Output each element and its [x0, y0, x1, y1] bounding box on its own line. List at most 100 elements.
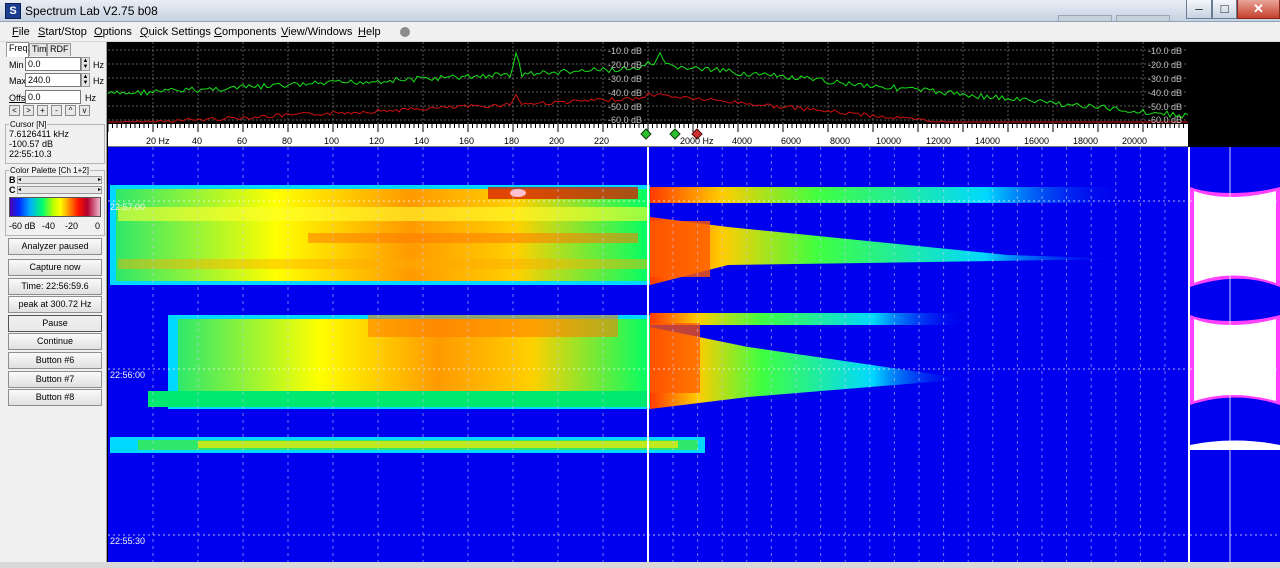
- palette-label-20: -20: [65, 221, 79, 231]
- spectrum-app-icon[interactable]: S: [5, 3, 21, 19]
- max-freq-input[interactable]: 240.0: [25, 73, 81, 87]
- scroll-up-button[interactable]: ^: [65, 105, 76, 116]
- menu-components[interactable]: Components: [214, 26, 276, 38]
- zoom-in-button[interactable]: +: [37, 105, 48, 116]
- db-label-right: -60.0 dB: [1148, 115, 1183, 124]
- maximize-button[interactable]: □: [1212, 0, 1237, 19]
- max-spinner[interactable]: ▲ ▼: [81, 73, 90, 87]
- freq-tick-label: 8000: [830, 136, 851, 146]
- freq-tick-label: 200: [549, 136, 565, 146]
- minimize-button[interactable]: –: [1186, 0, 1212, 19]
- color-palette-bar[interactable]: [9, 197, 101, 217]
- scroll-left-button[interactable]: <: [9, 105, 20, 116]
- menu-start-stop[interactable]: Start/Stop: [38, 26, 87, 38]
- min-spinner[interactable]: ▲ ▼: [81, 57, 90, 71]
- palette-label-0: 0: [95, 221, 101, 231]
- time-label: 22:55:30: [110, 536, 146, 546]
- freq-tick-label: 18000: [1073, 136, 1099, 146]
- db-label-mid: -40.0 dB: [608, 88, 643, 98]
- tab-time[interactable]: Time: [29, 43, 52, 56]
- db-label-right: -10.0 dB: [1148, 46, 1183, 56]
- button-6[interactable]: Button #6: [8, 352, 102, 369]
- tab-freq1[interactable]: Freq1: [6, 42, 33, 57]
- side-plot-canvas: [1190, 147, 1280, 562]
- menu-view-windows[interactable]: View/Windows: [281, 26, 352, 38]
- db-label-mid: -10.0 dB: [608, 46, 643, 56]
- menu-quick-settings[interactable]: Quick Settings: [140, 26, 211, 38]
- freq-tick-label: 80: [282, 136, 293, 146]
- max-label: Max: [9, 76, 27, 86]
- time-label: 22:56:00: [110, 370, 146, 380]
- freq-tick-label: 100: [324, 136, 340, 146]
- scroll-right-button[interactable]: >: [23, 105, 34, 116]
- min-freq-input[interactable]: 0.0: [25, 57, 81, 71]
- menu-options[interactable]: Options: [94, 26, 132, 38]
- freq-tick-label: 160: [459, 136, 475, 146]
- db-label-right: -40.0 dB: [1148, 88, 1183, 98]
- db-label-mid: -30.0 dB: [608, 74, 643, 84]
- db-label-mid: -60.0 dB: [608, 115, 643, 124]
- button-7[interactable]: Button #7: [8, 371, 102, 388]
- offset-input[interactable]: 0.0: [25, 90, 81, 104]
- offs-unit: Hz: [85, 93, 96, 103]
- continue-button[interactable]: Continue: [8, 333, 102, 350]
- scroll-down-button[interactable]: v: [79, 105, 90, 116]
- freq-tick-label: 120: [369, 136, 385, 146]
- amplitude-side-plot[interactable]: [1188, 147, 1280, 562]
- freq-tick-label: 14000: [975, 136, 1001, 146]
- db-label-right: -20.0 dB: [1148, 60, 1183, 70]
- freq-tick-label: 40: [192, 136, 203, 146]
- spectrum-display[interactable]: -10.0 dB -20.0 dB -30.0 dB -40.0 dB -50.…: [108, 42, 1280, 124]
- freq-tick-label: 4000: [732, 136, 753, 146]
- peak-button[interactable]: peak at 300.72 Hz: [8, 296, 102, 313]
- db-label-right: -30.0 dB: [1148, 74, 1183, 84]
- menu-help[interactable]: Help: [358, 26, 381, 38]
- freq-tick-label: 10000: [876, 136, 902, 146]
- waterfall-spectrogram[interactable]: 22:57:00 22:56:00 22:55:30: [108, 147, 1188, 562]
- freq-tick-label: 12000: [926, 136, 952, 146]
- brightness-slider[interactable]: ◂ ▸: [17, 176, 102, 184]
- cursor-frequency: 7.6126411 kHz: [9, 129, 69, 139]
- signal-block-3: [110, 437, 705, 453]
- analyzer-paused-button[interactable]: Analyzer paused: [8, 238, 102, 255]
- button-8[interactable]: Button #8: [8, 389, 102, 406]
- spectrum-grid: [108, 42, 1189, 124]
- contrast-label: C: [9, 185, 16, 195]
- close-button[interactable]: ✕: [1237, 0, 1280, 19]
- freq-tick-label: 220: [594, 136, 610, 146]
- zoom-out-button[interactable]: -: [51, 105, 62, 116]
- db-label-right: -50.0 dB: [1148, 102, 1183, 112]
- db-label-mid: -50.0 dB: [608, 102, 643, 112]
- freq-tick-label: 20 Hz: [146, 136, 170, 146]
- menu-bar: File Start/Stop Options Quick Settings C…: [0, 22, 1280, 42]
- cursor-group-title: Cursor [N]: [9, 120, 48, 129]
- offs-label: Offs: [9, 93, 26, 103]
- frequency-axis[interactable]: 20 Hz 40 60 80 100 120 140 160 180 200 2…: [108, 124, 1188, 147]
- capture-now-button[interactable]: Capture now: [8, 259, 102, 276]
- time-label: 22:57:00: [110, 202, 146, 212]
- background-window-tab: [1058, 15, 1112, 21]
- cursor-time: 22:55:10.3: [9, 149, 52, 159]
- window-title: Spectrum Lab V2.75 b08: [25, 4, 158, 18]
- status-dot-icon: [400, 27, 410, 37]
- contrast-slider[interactable]: ◂ ▸: [17, 186, 102, 194]
- tab-rdf[interactable]: RDF: [47, 43, 71, 56]
- freq-tick-label: 16000: [1024, 136, 1050, 146]
- palette-label-40: -40: [42, 221, 56, 231]
- background-window-tab: [1116, 15, 1170, 21]
- freq-tick-label: 180: [504, 136, 520, 146]
- axis-right-filler: [1188, 124, 1280, 147]
- waterfall-canvas: [108, 147, 1188, 562]
- max-unit: Hz: [93, 76, 104, 86]
- min-label: Min: [9, 60, 24, 70]
- freq-tick-label: 2000 Hz: [680, 136, 714, 146]
- freq-tick-label: 140: [414, 136, 430, 146]
- freq-tick-label: 20000: [1122, 136, 1148, 146]
- time-button[interactable]: Time: 22:56:59.6: [8, 278, 102, 295]
- min-unit: Hz: [93, 60, 104, 70]
- palette-label-60: -60 dB: [9, 221, 36, 231]
- menu-file[interactable]: File: [12, 26, 30, 38]
- signal-block-2: [148, 313, 970, 409]
- brightness-label: B: [9, 175, 16, 185]
- pause-button[interactable]: Pause: [8, 315, 102, 332]
